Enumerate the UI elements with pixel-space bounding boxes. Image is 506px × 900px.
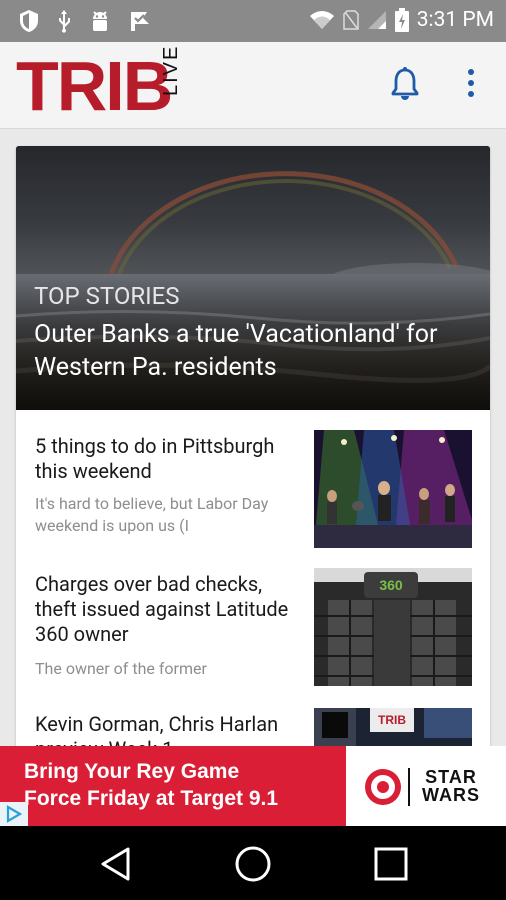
top-story-hero[interactable]: TOP STORIES Outer Banks a true 'Vacation… — [16, 146, 490, 410]
ad-banner[interactable]: Bring Your Rey Game Force Friday at Targ… — [0, 746, 506, 826]
overflow-menu-icon[interactable] — [466, 68, 476, 102]
concert-stage-photo[interactable] — [314, 430, 472, 548]
story-title[interactable]: 5 things to do in Pittsburgh this weeken… — [35, 434, 297, 484]
home-icon[interactable] — [234, 845, 272, 883]
latitude-360-building-photo[interactable]: 360 — [314, 568, 472, 686]
wifi-icon — [309, 11, 334, 29]
notifications-bell-icon[interactable] — [390, 66, 420, 102]
ad-line-2: Force Friday at Target 9.1 — [24, 787, 279, 810]
system-navigation-bar — [0, 826, 506, 900]
tribune-logo-live: LIVE — [160, 44, 182, 96]
list-item[interactable]: 5 things to do in Pittsburgh this weeken… — [16, 410, 490, 550]
status-bar: 3:31 PM — [0, 0, 506, 42]
latitude-360-sign: 360 — [379, 577, 403, 593]
top-story-headline[interactable]: Outer Banks a true 'Vacationland' for We… — [34, 318, 472, 384]
story-summary: It's hard to believe, but Labor Day week… — [35, 494, 269, 535]
status-time: 3:31 PM — [416, 8, 494, 32]
shield-icon — [20, 10, 38, 32]
android-debug-icon — [93, 11, 107, 31]
check-flag-icon — [131, 12, 149, 31]
trib-sign: TRIB — [378, 713, 406, 727]
story-summary: The owner of the former — [35, 659, 207, 678]
ad-choices-icon[interactable] — [0, 802, 28, 826]
ad-line-1: Bring Your Rey Game — [24, 760, 240, 783]
no-sim-icon — [342, 10, 359, 30]
battery-charging-icon — [394, 8, 409, 32]
star-wars-logo: STAR WARS — [422, 767, 480, 805]
tribune-logo[interactable]: TRIB — [16, 48, 173, 124]
ad-logo-divider — [408, 768, 410, 806]
story-title[interactable]: Charges over bad checks, theft issued ag… — [35, 572, 297, 647]
back-icon[interactable] — [98, 846, 134, 882]
target-logo-icon — [365, 769, 401, 805]
list-item[interactable]: Charges over bad checks, theft issued ag… — [16, 550, 490, 690]
top-stories-label: TOP STORIES — [34, 282, 180, 310]
signal-icon — [367, 11, 386, 29]
app-bar: TRIB LIVE — [0, 42, 506, 129]
usb-icon — [59, 10, 70, 33]
ad-promo-panel[interactable]: Bring Your Rey Game Force Friday at Targ… — [0, 746, 346, 826]
recents-icon[interactable] — [373, 846, 409, 882]
news-feed-card: TOP STORIES Outer Banks a true 'Vacation… — [16, 146, 490, 756]
